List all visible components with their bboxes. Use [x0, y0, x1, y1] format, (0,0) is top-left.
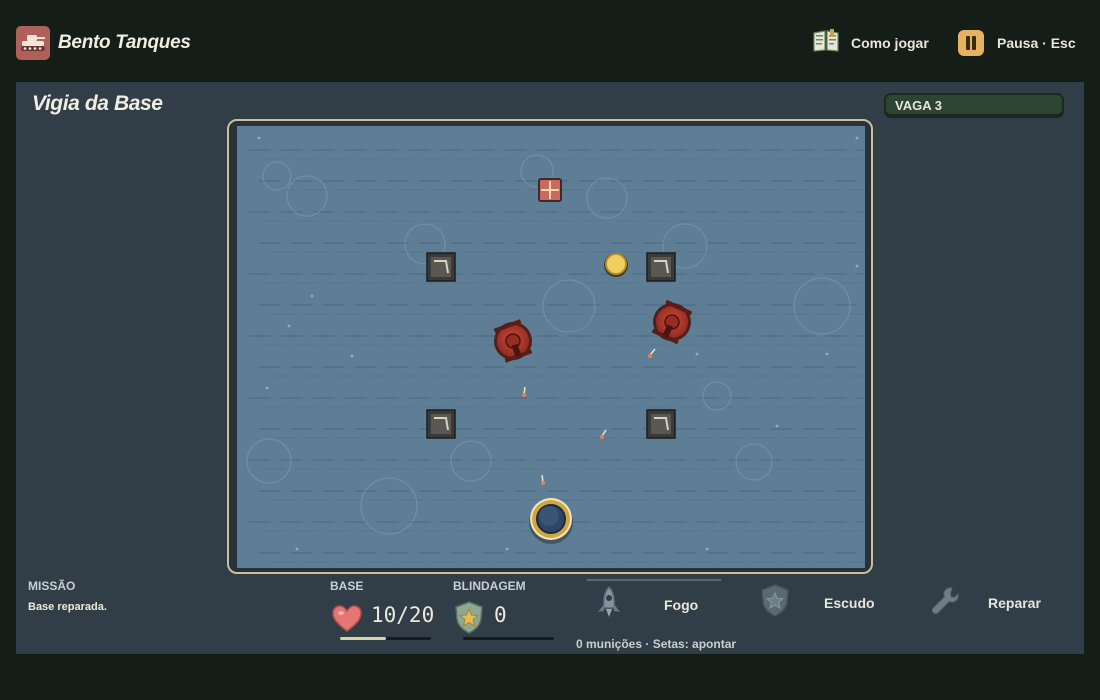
- panel-title: Vigia da Base: [32, 92, 163, 115]
- base-health-bar-fill: [340, 637, 386, 640]
- pause-icon: [958, 30, 984, 56]
- pause-button[interactable]: Pausa · Esc: [958, 30, 1076, 56]
- base-label: BASE: [330, 579, 364, 593]
- how-to-play-label: Como jogar: [851, 35, 929, 51]
- tank-icon: [16, 26, 50, 60]
- enemy-shell: [648, 348, 656, 358]
- wrench-icon: [930, 586, 960, 621]
- ammo-hint: 0 munições · Setas: apontar: [576, 637, 737, 651]
- fire-cooldown-indicator: [587, 579, 721, 581]
- app-title: Bento Tanques: [58, 32, 191, 53]
- wall-block: [646, 409, 676, 439]
- wave-badge: VAGA 3: [884, 93, 1064, 116]
- game-panel: Vigia da Base VAGA 3 MISSÃO Base reparad…: [16, 82, 1084, 654]
- gold-coin: [604, 253, 628, 277]
- heart-icon: [332, 605, 362, 637]
- mission-status: Base reparada.: [28, 601, 107, 613]
- armor-bar: [463, 637, 554, 640]
- supply-crate: [538, 178, 562, 202]
- wall-block: [646, 252, 676, 282]
- book-icon: [812, 28, 840, 58]
- armor-value: 0: [494, 603, 507, 627]
- arena-frame: [227, 119, 873, 574]
- shield-star-icon: [760, 584, 790, 622]
- base-health-value: 10/20: [371, 603, 435, 627]
- repair-label: Reparar: [988, 595, 1041, 611]
- top-bar: Bento Tanques Como jogar Pausa · Esc: [0, 0, 1100, 82]
- wall-block: [426, 252, 456, 282]
- shield-button[interactable]: Escudo: [760, 584, 875, 622]
- enemy-tank: [493, 319, 533, 363]
- fire-label: Fogo: [664, 597, 699, 613]
- shield-label: Escudo: [824, 595, 875, 611]
- fire-button[interactable]: Fogo: [594, 585, 699, 625]
- wall-block: [426, 409, 456, 439]
- enemy-shell: [522, 386, 526, 397]
- mission-label: MISSÃO: [28, 579, 76, 593]
- how-to-play-button[interactable]: Como jogar: [812, 28, 929, 58]
- pause-label: Pausa · Esc: [997, 35, 1076, 51]
- arena[interactable]: [237, 126, 865, 568]
- shield-star-icon: [454, 601, 484, 639]
- armor-label: BLINDAGEM: [453, 579, 526, 593]
- player-base-turret: [529, 498, 573, 544]
- repair-button[interactable]: Reparar: [930, 585, 1041, 621]
- arena-canvas: [246, 136, 865, 563]
- enemy-shell: [541, 474, 545, 485]
- enemy-tank: [651, 299, 693, 345]
- rocket-icon: [594, 585, 624, 625]
- base-health-bar: [340, 637, 431, 640]
